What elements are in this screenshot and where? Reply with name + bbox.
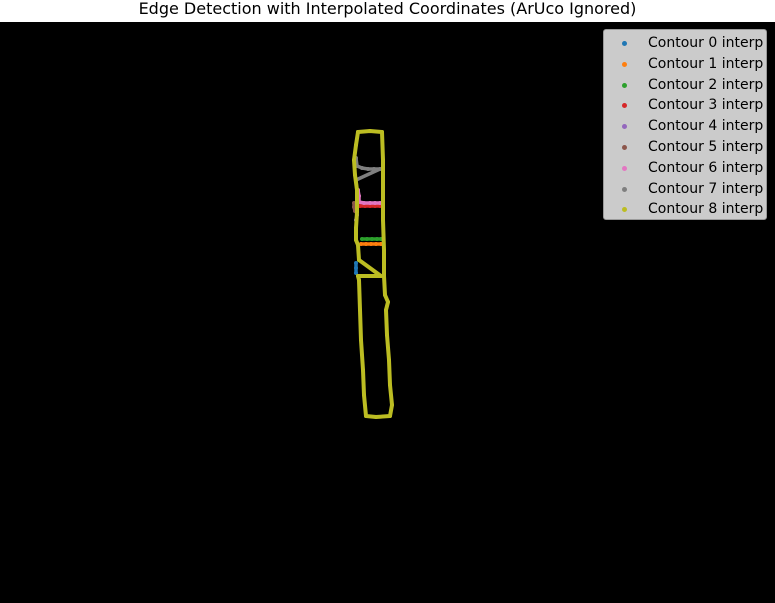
contour-1-point bbox=[374, 242, 378, 246]
legend-item-contour-2: Contour 2 interp bbox=[604, 75, 768, 95]
contour-8-point bbox=[358, 308, 362, 312]
legend-label: Contour 2 interp bbox=[648, 76, 764, 93]
legend-item-contour-8: Contour 8 interp bbox=[604, 199, 768, 219]
legend-item-contour-1: Contour 1 interp bbox=[604, 54, 768, 74]
contour-2-point bbox=[360, 237, 364, 241]
legend-item-contour-4: Contour 4 interp bbox=[604, 116, 768, 136]
contour-8-point bbox=[355, 210, 359, 214]
contour-8-point bbox=[379, 274, 383, 278]
contour-7-point bbox=[372, 167, 376, 171]
contour-6-point bbox=[373, 201, 377, 205]
contour-8-point bbox=[354, 226, 358, 230]
legend-marker bbox=[622, 41, 627, 46]
contour-1-point bbox=[369, 242, 373, 246]
contour-8-point bbox=[357, 258, 361, 262]
legend-item-contour-0: Contour 0 interp bbox=[604, 33, 768, 53]
contour-0-point bbox=[354, 266, 358, 270]
contour-8-point bbox=[356, 243, 360, 247]
legend-label: Contour 0 interp bbox=[648, 35, 764, 51]
contour-8-point bbox=[380, 130, 384, 134]
legend: Contour 0 interp Contour 1 interp Contour … bbox=[603, 29, 767, 220]
contour-8-point bbox=[381, 158, 385, 162]
contour-8-point bbox=[387, 358, 391, 362]
legend-marker bbox=[622, 207, 627, 213]
contour-8-point bbox=[353, 173, 357, 177]
contour-8-point bbox=[388, 414, 392, 418]
contour-8-point bbox=[368, 129, 372, 133]
contour-0-point bbox=[354, 261, 358, 265]
contour-8-point bbox=[355, 188, 359, 192]
contour-8-point bbox=[361, 368, 365, 372]
legend-label: Contour 3 interp bbox=[648, 97, 764, 114]
contour-8-point bbox=[381, 188, 385, 192]
legend-label: Contour 6 interp bbox=[648, 159, 764, 176]
contour-8-point bbox=[390, 403, 394, 407]
contour-8-point bbox=[359, 338, 363, 342]
contour-8-point bbox=[382, 248, 386, 252]
legend-label: Contour 5 interp bbox=[648, 139, 764, 155]
chart-title: Edge Detection with Interpolated Coordin… bbox=[138, 0, 637, 18]
legend-item-contour-5: Contour 5 interp bbox=[604, 137, 768, 157]
contour-8-point bbox=[385, 333, 389, 337]
contour-2-point bbox=[370, 237, 374, 241]
contour-7-point bbox=[360, 166, 364, 170]
legend-marker bbox=[622, 82, 627, 88]
contour-7-trace bbox=[354, 156, 382, 194]
contour-8-point bbox=[352, 158, 356, 162]
legend-marker bbox=[622, 186, 627, 192]
contour-2-point bbox=[365, 237, 369, 241]
legend-label: Contour 7 interp bbox=[648, 180, 764, 197]
legend-marker bbox=[622, 103, 627, 109]
contour-1-point bbox=[364, 242, 368, 246]
legend-marker bbox=[622, 61, 627, 67]
contour-8-point bbox=[354, 143, 358, 147]
contour-8-point bbox=[362, 393, 366, 397]
contour-7-point bbox=[366, 167, 370, 171]
legend-label: Contour 1 interp bbox=[648, 55, 764, 72]
legend-label: Contour 8 interp bbox=[648, 201, 764, 218]
contour-8-point bbox=[386, 300, 390, 304]
contour-8-point bbox=[381, 218, 385, 222]
contour-8-point bbox=[364, 414, 368, 418]
contour-6-point bbox=[368, 201, 372, 205]
legend-item-contour-7: Contour 7 interp bbox=[604, 179, 768, 199]
contour-8-point bbox=[356, 274, 360, 278]
contour-6-trace bbox=[356, 188, 382, 205]
contour-2-point bbox=[375, 237, 379, 241]
contour-8-point bbox=[383, 293, 387, 297]
legend-label: Contour 4 interp bbox=[648, 118, 764, 135]
contour-8-point bbox=[374, 415, 378, 419]
contour-8-point bbox=[370, 274, 374, 278]
contour-8-point bbox=[357, 278, 361, 282]
contour-8-point bbox=[384, 308, 388, 312]
contour-8-point bbox=[388, 383, 392, 387]
legend-marker bbox=[622, 145, 627, 150]
legend-marker bbox=[622, 165, 627, 171]
legend-item-contour-6: Contour 6 interp bbox=[604, 158, 768, 178]
legend-item-contour-3: Contour 3 interp bbox=[604, 95, 768, 115]
contour-8-point bbox=[354, 238, 358, 242]
legend-marker bbox=[622, 124, 627, 130]
contour-6-point bbox=[362, 201, 366, 205]
contour-8-point bbox=[356, 130, 360, 134]
